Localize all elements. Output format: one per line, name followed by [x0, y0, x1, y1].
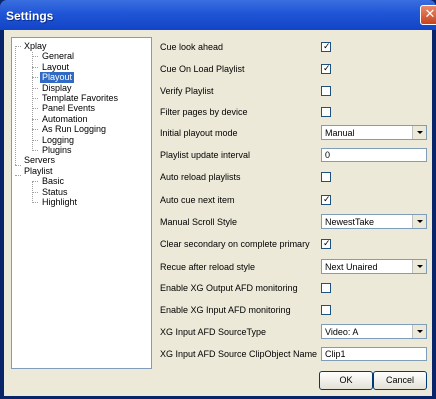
checkmark-icon: ✓ — [323, 195, 331, 205]
tree-item-automation[interactable]: Automation — [40, 114, 90, 125]
tree-item-servers[interactable]: Servers — [22, 155, 57, 166]
close-icon: ✕ — [424, 7, 436, 22]
tree-connector — [15, 165, 21, 166]
tree-connector — [32, 108, 38, 110]
tree-item-plugins[interactable]: Plugins — [40, 145, 74, 156]
tree-connector — [32, 56, 38, 58]
tree-item-template-favorites[interactable]: Template Favorites — [40, 93, 120, 104]
cue-on-load-playlist-checkbox[interactable]: ✓ — [321, 64, 331, 74]
xg-input-afd-source-clipobject-name-value: Clip1 — [325, 349, 346, 359]
tree-item-status[interactable]: Status — [40, 187, 70, 198]
manual-scroll-style-value: NewestTake — [325, 217, 375, 227]
xg-input-afd-sourcetype-value: Video: A — [325, 327, 359, 337]
manual-scroll-style-label: Manual Scroll Style — [160, 217, 238, 227]
recue-after-reload-style-value: Next Unaired — [325, 262, 378, 272]
clear-secondary-on-complete-primary-checkbox[interactable]: ✓ — [321, 239, 331, 249]
dropdown-button[interactable] — [412, 126, 426, 139]
tree-connector — [32, 181, 38, 183]
xg-input-afd-sourcetype-label: XG Input AFD SourceType — [160, 327, 267, 337]
cue-look-ahead-label: Cue look ahead — [160, 42, 224, 52]
tree-item-highlight[interactable]: Highlight — [40, 197, 79, 208]
tree-connector — [32, 118, 38, 120]
tree-item-general[interactable]: General — [40, 51, 76, 62]
initial-playout-mode-value: Manual — [325, 128, 355, 138]
tree-item-playout[interactable]: Playout — [40, 72, 75, 84]
tree-item-display[interactable]: Display — [40, 83, 74, 94]
tree-item-basic[interactable]: Basic — [40, 176, 66, 187]
enable-xg-output-afd-monitoring-label: Enable XG Output AFD monitoring — [160, 283, 298, 293]
close-button[interactable]: ✕ — [420, 5, 436, 25]
title-bar[interactable]: Settings ✕ — [0, 0, 436, 30]
auto-cue-next-item-checkbox[interactable]: ✓ — [321, 195, 331, 205]
cancel-button[interactable]: Cancel — [373, 371, 427, 390]
auto-reload-playlists-checkbox[interactable] — [321, 172, 331, 182]
playlist-update-interval-input[interactable]: 0 — [321, 148, 427, 162]
checkmark-icon: ✓ — [323, 64, 331, 74]
enable-xg-input-afd-monitoring-checkbox[interactable] — [321, 305, 331, 315]
tree-connector — [32, 202, 38, 203]
chevron-down-icon — [417, 220, 423, 223]
tree-item-xplay[interactable]: Xplay — [22, 41, 49, 52]
tree-connector — [32, 87, 38, 89]
xg-input-afd-source-clipobject-name-label: XG Input AFD Source ClipObject Name — [160, 349, 318, 359]
dropdown-button[interactable] — [412, 325, 426, 338]
checkmark-icon: ✓ — [323, 42, 331, 52]
xg-input-afd-source-clipobject-name-input[interactable]: Clip1 — [321, 347, 427, 361]
tree-item-panel-events[interactable]: Panel Events — [40, 103, 97, 114]
auto-reload-playlists-label: Auto reload playlists — [160, 172, 241, 182]
chevron-down-icon — [417, 330, 423, 333]
auto-cue-next-item-label: Auto cue next item — [160, 195, 235, 205]
xg-input-afd-sourcetype-dropdown[interactable]: Video: A — [321, 324, 427, 339]
chevron-down-icon — [417, 131, 423, 134]
initial-playout-mode-label: Initial playout mode — [160, 128, 238, 138]
tree-item-logging[interactable]: Logging — [40, 135, 76, 146]
enable-xg-output-afd-monitoring-checkbox[interactable] — [321, 283, 331, 293]
tree-connector — [32, 191, 38, 193]
playlist-update-interval-value: 0 — [325, 150, 331, 160]
tree-item-layout[interactable]: Layout — [40, 62, 71, 73]
tree-connector — [32, 98, 38, 99]
filter-pages-by-device-checkbox[interactable] — [321, 107, 331, 117]
tree-item-playlist[interactable]: Playlist — [22, 166, 55, 177]
tree-connector — [32, 77, 38, 79]
initial-playout-mode-dropdown[interactable]: Manual — [321, 125, 427, 140]
window-title: Settings — [6, 9, 54, 23]
chevron-down-icon — [417, 265, 423, 268]
settings-tree[interactable]: Xplay General Layout Playout Display Template… — [11, 37, 152, 369]
dropdown-button[interactable] — [412, 260, 426, 273]
cue-look-ahead-checkbox[interactable]: ✓ — [321, 42, 331, 52]
tree-connector — [15, 175, 21, 176]
dropdown-button[interactable] — [412, 215, 426, 228]
verify-playlist-label: Verify Playlist — [160, 86, 214, 96]
tree-item-as-run-logging[interactable]: As Run Logging — [40, 124, 108, 135]
verify-playlist-checkbox[interactable] — [321, 86, 331, 96]
enable-xg-input-afd-monitoring-label: Enable XG Input AFD monitoring — [160, 305, 291, 315]
checkmark-icon: ✓ — [323, 239, 331, 249]
filter-pages-by-device-label: Filter pages by device — [160, 107, 248, 117]
tree-connector — [32, 129, 38, 131]
tree-connector — [15, 46, 16, 165]
clear-secondary-on-complete-primary-label: Clear secondary on complete primary — [160, 239, 310, 249]
ok-button[interactable]: OK — [319, 371, 373, 390]
tree-connector — [32, 66, 38, 68]
tree-connector — [32, 139, 38, 141]
tree-connector — [32, 150, 38, 151]
recue-after-reload-style-label: Recue after reload style — [160, 262, 256, 272]
recue-after-reload-style-dropdown[interactable]: Next Unaired — [321, 259, 427, 274]
manual-scroll-style-dropdown[interactable]: NewestTake — [321, 214, 427, 229]
playlist-update-interval-label: Playlist update interval — [160, 150, 251, 160]
settings-window: Settings ✕ Xplay General Layout Playout Disp… — [0, 0, 436, 399]
cue-on-load-playlist-label: Cue On Load Playlist — [160, 64, 245, 74]
dialog-body: Xplay General Layout Playout Display Template… — [4, 30, 432, 396]
